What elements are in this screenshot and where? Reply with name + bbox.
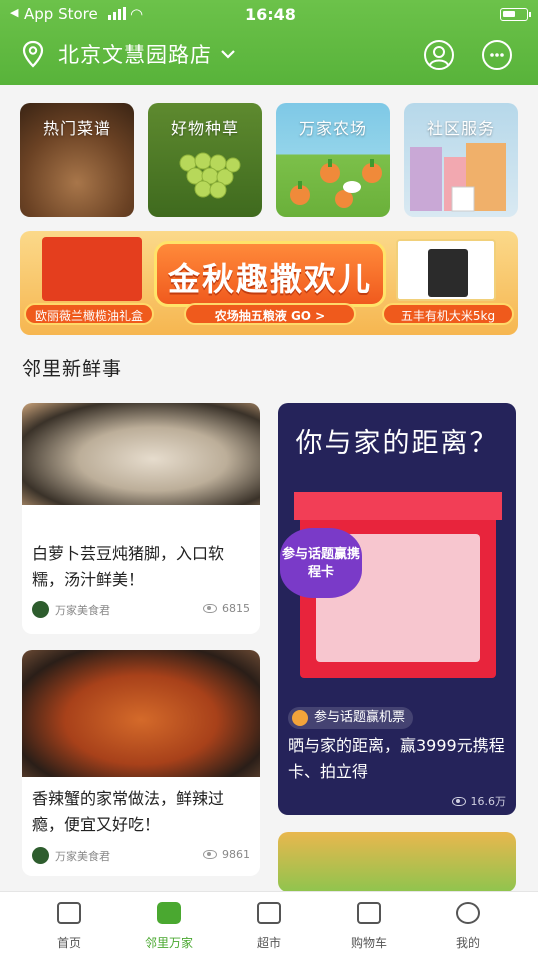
eye-icon: [203, 850, 217, 859]
author-name: 万家美食君: [55, 849, 110, 863]
banner-cta[interactable]: 农场抽五粮液 GO >: [184, 303, 356, 325]
olive-oil-giftbox-image: [42, 237, 142, 301]
eye-icon: [451, 796, 466, 806]
feed-card-views: 9861: [203, 848, 250, 861]
profile-icon: [456, 902, 480, 924]
feed-card-image: [278, 832, 516, 892]
tab-neighbor[interactable]: 邻里万家: [129, 892, 209, 957]
views-count: 6815: [222, 602, 250, 615]
battery-icon: [500, 8, 531, 21]
feed-card-views: 6815: [203, 602, 250, 615]
category-label: 好物种草: [170, 119, 239, 138]
feed-card-author: 万家美食君: [32, 847, 110, 864]
tab-label: 购物车: [350, 936, 387, 950]
section-title: 邻里新鲜事: [22, 358, 123, 380]
feed-card-author: 万家美食君: [32, 601, 110, 618]
banner-left-label: 欧丽薇兰橄榄油礼盒: [24, 303, 154, 325]
neighbor-icon: [157, 902, 181, 924]
category-label: 热门菜谱: [42, 119, 111, 138]
tab-cart[interactable]: 购物车: [329, 892, 409, 957]
views-count: 16.6万: [470, 795, 507, 808]
store-icon: [257, 902, 281, 924]
topic-tag-label: 参与话题赢机票: [314, 710, 406, 725]
store-selector[interactable]: 北京文慧园路店: [22, 38, 236, 70]
topic-icon: [292, 710, 308, 726]
pork-trotter-soup-image: [22, 403, 260, 505]
poster-badge: 参与话题赢携程卡: [280, 528, 362, 598]
header: ◀ App Store ◠ 16:48 北京文慧园路店: [0, 0, 538, 85]
tab-market[interactable]: 超市: [229, 892, 309, 957]
category-farm[interactable]: 万家农场: [276, 103, 390, 217]
banner-right-label: 五丰有机大米5kg: [382, 303, 514, 325]
category-label: 万家农场: [298, 119, 367, 138]
category-grid: 热门菜谱 好物种草 万家农场 社区服务: [20, 103, 518, 217]
home-icon: [57, 902, 81, 924]
topic-poster-image: 你与家的距离？ 参与话题赢携程卡: [278, 403, 516, 693]
chevron-down-icon: [221, 50, 235, 59]
tab-label: 首页: [56, 936, 81, 950]
tab-label: 邻里万家: [144, 936, 193, 950]
category-good-picks[interactable]: 好物种草: [148, 103, 262, 217]
spicy-crab-image: [22, 650, 260, 777]
feed-card-topic[interactable]: 你与家的距离？ 参与话题赢携程卡 参与话题赢机票 晒与家的距离，赢3999元携程…: [278, 403, 516, 815]
topic-tag[interactable]: 参与话题赢机票: [288, 707, 414, 729]
tab-label: 超市: [256, 936, 281, 950]
feed-card-views: 16.6万: [451, 793, 507, 809]
tab-home[interactable]: 首页: [29, 892, 109, 957]
store-name: 北京文慧园路店: [58, 43, 212, 67]
tab-label: 我的: [455, 936, 480, 950]
feed-card-title: 白萝卜芸豆炖猪脚，入口软糯，汤汁鲜美！: [32, 544, 225, 589]
category-hot-recipes[interactable]: 热门菜谱: [20, 103, 134, 217]
cart-icon: [357, 902, 381, 924]
feed-card[interactable]: 香辣蟹的家常做法，鲜辣过瘾，便宜又好吃！ 万家美食君 9861: [22, 650, 260, 876]
status-carrier[interactable]: App Store: [24, 5, 98, 23]
chat-icon[interactable]: [482, 40, 512, 70]
avatar: [32, 847, 49, 864]
banner-title-box: 金秋趣撒欢儿: [154, 241, 386, 307]
author-name: 万家美食君: [55, 603, 110, 617]
wifi-icon: ◠: [130, 5, 144, 23]
views-count: 9861: [222, 848, 250, 861]
eye-icon: [203, 604, 217, 613]
user-icon[interactable]: [424, 40, 454, 70]
banner-title: 金秋趣撒欢儿: [167, 260, 372, 298]
back-arrow-icon[interactable]: ◀: [10, 6, 18, 19]
location-pin-icon: [22, 40, 44, 68]
rice-bag-image: [396, 239, 496, 301]
status-bar: ◀ App Store ◠ 16:48: [0, 4, 538, 24]
avatar: [32, 601, 49, 618]
promo-banner[interactable]: 金秋趣撒欢儿 欧丽薇兰橄榄油礼盒 农场抽五粮液 GO > 五丰有机大米5kg: [20, 231, 518, 335]
feed-card-title: 香辣蟹的家常做法，鲜辣过瘾，便宜又好吃！: [32, 789, 225, 834]
category-community[interactable]: 社区服务: [404, 103, 518, 217]
status-time: 16:48: [245, 5, 296, 24]
feed-card[interactable]: [278, 832, 516, 892]
feed-card[interactable]: 白萝卜芸豆炖猪脚，入口软糯，汤汁鲜美！ 万家美食君 6815: [22, 403, 260, 634]
signal-icon: [108, 7, 126, 20]
tab-bar: 首页 邻里万家 超市 购物车 我的: [0, 891, 538, 957]
category-label: 社区服务: [426, 119, 495, 138]
feed-card-title: 晒与家的距离，赢3999元携程卡、拍立得: [288, 736, 505, 781]
tab-me[interactable]: 我的: [428, 892, 508, 957]
poster-title: 你与家的距离？: [295, 428, 499, 459]
